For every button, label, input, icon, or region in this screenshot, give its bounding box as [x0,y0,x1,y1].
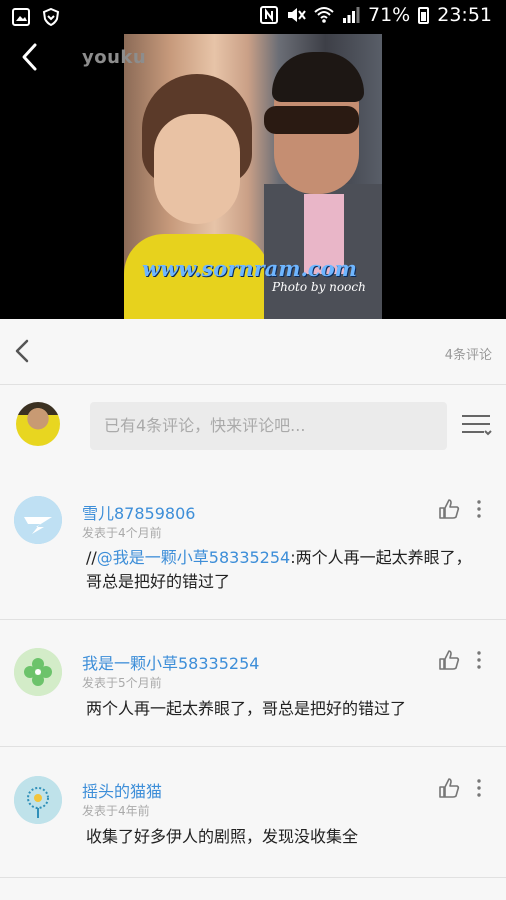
clover-icon [14,648,62,696]
qq-zone-icon [14,496,62,544]
comment-item: 我是一颗小草58335254 发表于5个月前 两个人再一起太养眼了，哥总是把好的… [0,620,506,747]
avatar[interactable] [16,402,60,446]
shield-icon [42,8,60,26]
dandelion-icon [14,776,62,824]
comment-item: 摇头的猫猫 发表于4年前 收集了好多伊人的剧照，发现没收集全 [0,748,506,878]
wifi-icon [314,7,334,23]
avatar[interactable] [14,776,62,824]
comments-header: 4条评论 [0,319,506,385]
thumbs-up-icon[interactable] [438,498,460,520]
watermark-credit: Photo by nooch [272,280,366,294]
comment-time: 发表于5个月前 [82,676,162,690]
more-options-icon[interactable] [472,777,486,799]
youku-logo: youku [82,47,147,68]
chevron-left-icon[interactable] [8,335,40,367]
battery-percent: 71% [368,4,411,26]
battery-icon [418,6,430,24]
more-options-icon[interactable] [472,649,486,671]
mention-link[interactable]: @我是一颗小草58335254 [97,548,290,567]
avatar[interactable] [14,496,62,544]
watermark-url: www.sornram.com [142,256,357,281]
comment-username[interactable]: 摇头的猫猫 [82,778,162,802]
avatar[interactable] [14,648,62,696]
nfc-icon [260,6,278,24]
comment-item: 雪儿87859806 发表于4个月前 //@我是一颗小草58335254:两个人… [0,474,506,620]
video-player[interactable]: www.sornram.com Photo by nooch youku [0,34,506,319]
comment-text: //@我是一颗小草58335254:两个人再一起太养眼了，哥总是把好的错过了 [86,548,472,591]
thumbs-up-icon[interactable] [438,649,460,671]
comment-username[interactable]: 我是一颗小草58335254 [82,650,259,674]
comment-time: 发表于4年前 [82,804,150,818]
comment-count: 4条评论 [444,348,492,363]
clock: 23:51 [437,4,492,26]
gallery-icon [12,8,30,26]
comment-text: 两个人再一起太养眼了，哥总是把好的错过了 [86,699,407,718]
comment-username[interactable]: 雪儿87859806 [82,500,195,524]
video-frame: www.sornram.com Photo by nooch [124,34,382,319]
more-options-icon[interactable] [472,498,486,520]
status-bar: 71% 23:51 [0,0,506,34]
comment-time: 发表于4个月前 [82,526,162,540]
comment-composer: 已有4条评论，快来评论吧... [0,386,506,466]
signal-icon [343,7,360,23]
mute-icon [288,8,306,22]
back-arrow-icon[interactable] [14,40,48,74]
comment-input[interactable]: 已有4条评论，快来评论吧... [90,402,447,450]
menu-icon[interactable] [460,410,492,440]
comment-text: 收集了好多伊人的剧照，发现没收集全 [86,827,359,846]
thumbs-up-icon[interactable] [438,777,460,799]
